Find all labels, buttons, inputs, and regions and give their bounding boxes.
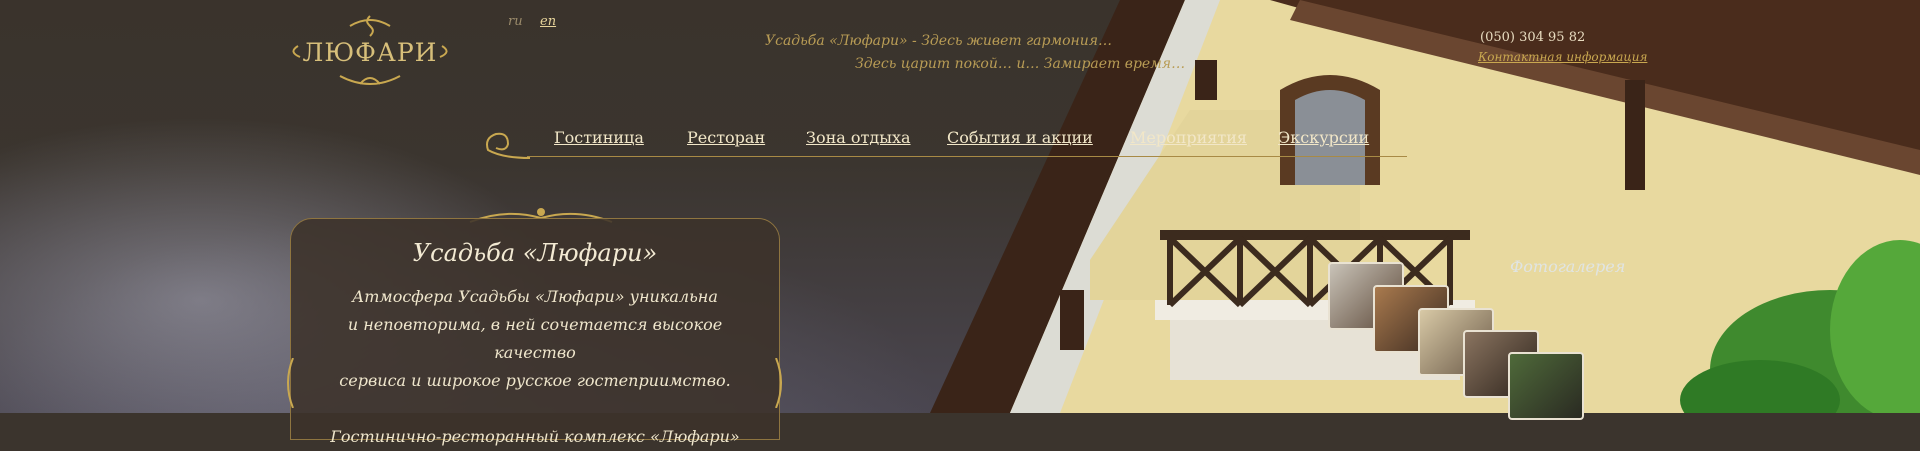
language-ru-link[interactable]: ru — [508, 14, 523, 29]
nav-item-hotel[interactable]: Гостиница — [554, 128, 644, 147]
nav-item-activities[interactable]: Мероприятия — [1130, 128, 1247, 147]
intro-panel: Усадьба «Люфари» Атмосфера Усадьбы «Люфа… — [290, 218, 780, 446]
logo-text: ЛЮФАРИ — [302, 38, 438, 67]
gallery-thumbnail[interactable] — [1508, 352, 1584, 420]
main-navigation: Гостиница Ресторан Зона отдыха События и… — [482, 116, 1412, 160]
photo-gallery-label[interactable]: Фотогалерея — [1510, 257, 1625, 276]
contacts-link[interactable]: Контактная информация — [1478, 50, 1647, 64]
panel-right-ornament-icon — [775, 358, 782, 408]
intro-line-spacer — [311, 395, 759, 423]
nav-underline — [527, 156, 1407, 157]
slogan-line-2: Здесь царит покой… и… Замирает время… — [855, 56, 1186, 72]
language-en-link[interactable]: en — [540, 14, 556, 29]
slogan-line-1: Усадьба «Люфари» - Здесь живет гармония… — [765, 33, 1113, 49]
intro-line-4: Гостинично-ресторанный комплекс «Люфари» — [330, 427, 740, 446]
intro-line-2: и неповторима, в ней сочетается высокое … — [347, 315, 723, 362]
nav-item-recreation[interactable]: Зона отдыха — [806, 128, 911, 147]
intro-line-1: Атмосфера Усадьбы «Люфари» уникальна — [352, 287, 718, 306]
nav-ornament-icon — [486, 132, 531, 159]
nav-item-events[interactable]: События и акции — [947, 128, 1093, 147]
phone-number: (050) 304 95 82 — [1480, 30, 1586, 45]
nav-item-excursions[interactable]: Экскурсии — [1278, 128, 1369, 147]
intro-line-3: сервиса и широкое русское гостеприимство… — [339, 371, 731, 390]
nav-item-restaurant[interactable]: Ресторан — [687, 128, 765, 147]
intro-title: Усадьба «Люфари» — [412, 239, 658, 267]
panel-left-ornament-icon — [287, 358, 294, 408]
site-logo[interactable]: ЛЮФАРИ — [290, 12, 450, 94]
intro-text: Атмосфера Усадьбы «Люфари» уникальна и н… — [311, 283, 759, 451]
